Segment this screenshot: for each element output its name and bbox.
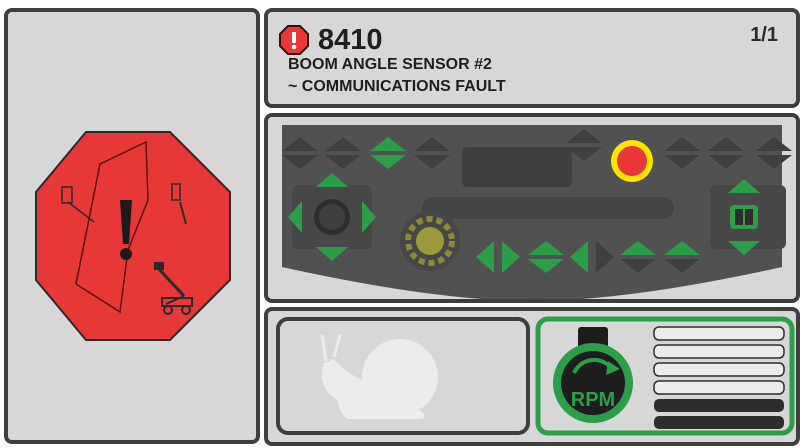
fault-description-line1: BOOM ANGLE SENSOR #2 — [288, 56, 492, 73]
fault-header: 8410 1/1 BOOM ANGLE SENSOR #2 ~ COMMUNIC… — [264, 8, 800, 108]
fault-screen: 8410 1/1 BOOM ANGLE SENSOR #2 ~ COMMUNIC… — [0, 0, 804, 448]
controls-panel — [264, 113, 800, 303]
speed-rpm-graphics: RPM — [276, 316, 795, 436]
fault-description-line2: ~ COMMUNICATIONS FAULT — [288, 78, 506, 95]
page-indicator: 1/1 — [750, 24, 778, 46]
control-console-graphic — [282, 125, 792, 299]
stop-hazard-icon — [35, 131, 231, 341]
alert-icon — [279, 25, 309, 55]
fault-code: 8410 — [318, 24, 383, 56]
rpm-label: RPM — [571, 389, 615, 411]
hazard-panel — [4, 8, 260, 444]
speed-rpm-panel: RPM — [264, 307, 800, 446]
